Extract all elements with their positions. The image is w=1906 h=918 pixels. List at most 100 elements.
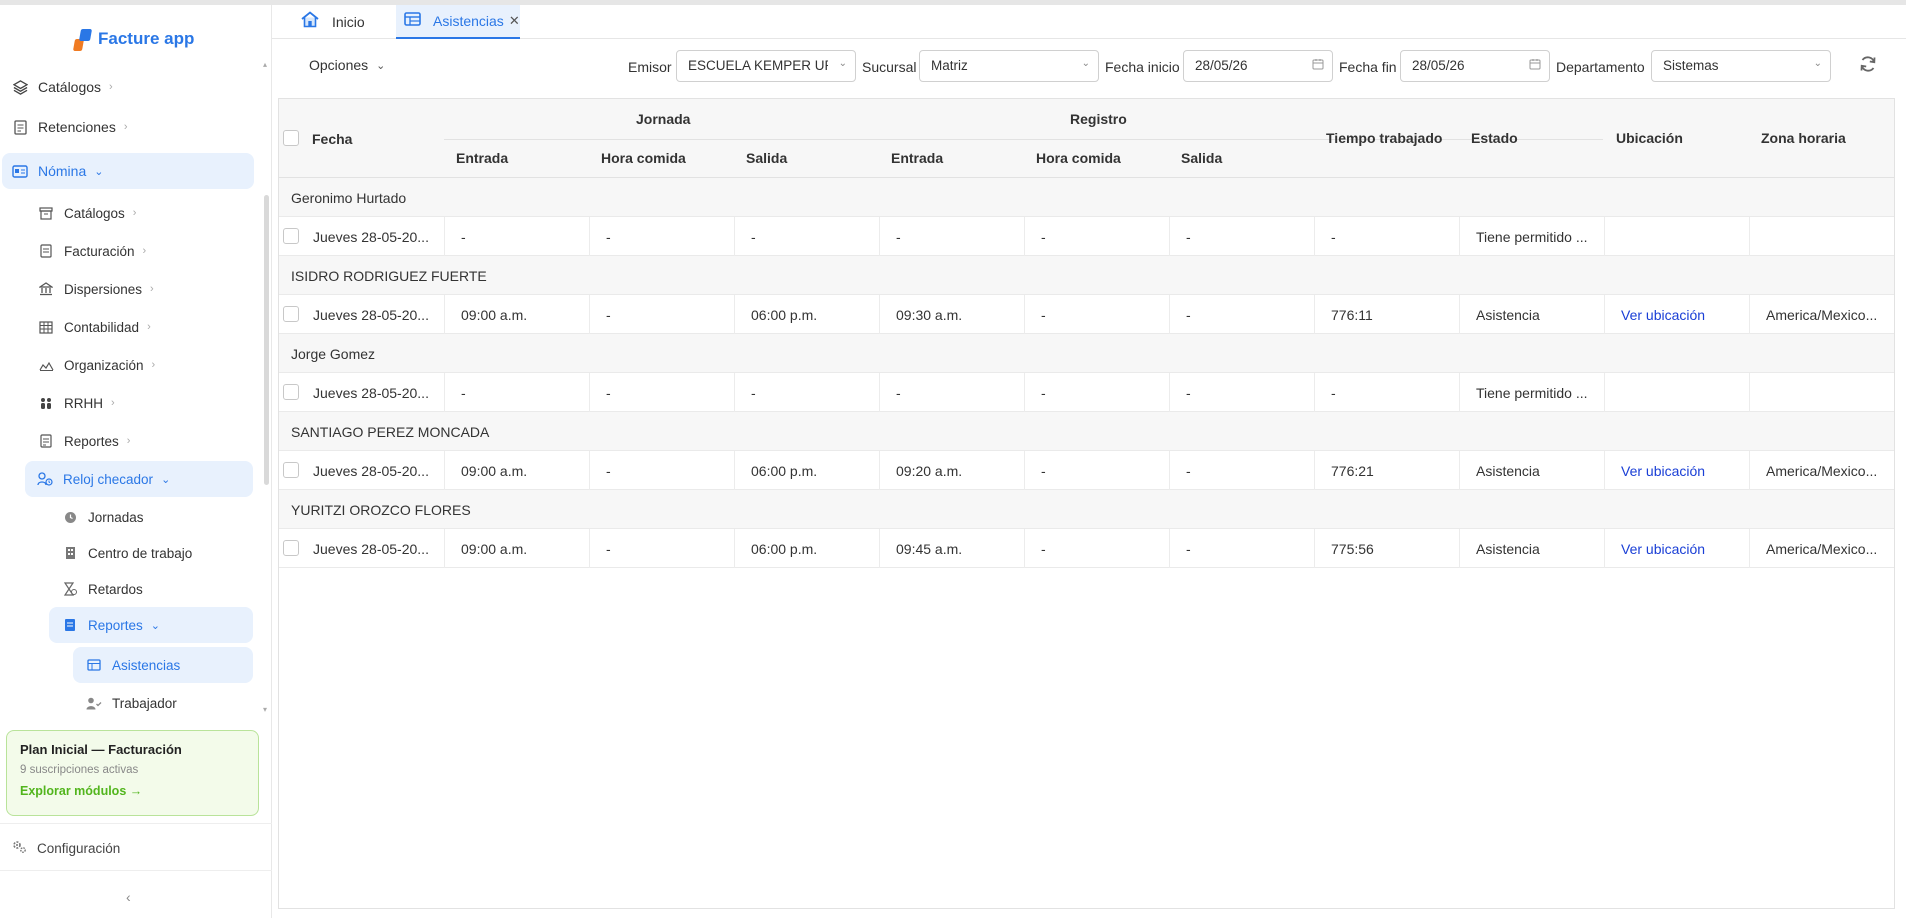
app-logo[interactable]: Facture app [72,24,194,54]
scroll-up-arrow-icon[interactable]: ▴ [263,60,267,69]
fecha-fin-input[interactable]: 28/05/26 [1400,50,1550,82]
scroll-down-arrow-icon[interactable]: ▾ [263,705,267,714]
cell-estado: Tiene permitido ... [1459,217,1604,256]
sidebar-item-nomina[interactable]: Nómina ⌄ [2,153,254,189]
opciones-label: Opciones [309,57,369,73]
sidebar-subitem-reloj-reportes[interactable]: Reportes ⌄ [49,607,253,643]
explore-modules-link[interactable]: Explorar módulos → [20,784,245,798]
close-icon[interactable]: ✕ [509,13,520,29]
sidebar-item-label: Reportes [88,617,143,633]
employee-name: Geronimo Hurtado [291,190,407,206]
organization-icon [38,357,54,373]
cell-registro-salida: - [1169,295,1314,334]
chevron-right-icon: › [142,245,147,257]
col-jornada-hora-comida[interactable]: Hora comida [601,150,686,166]
divider [0,823,272,824]
table-row[interactable]: Jueves 28-05-20... 09:00 a.m. -06:00 p.m. 0… [279,295,1894,334]
sidebar-subitem-contabilidad[interactable]: Contabilidad › [38,309,151,345]
sidebar-subitem-catalogos[interactable]: Catálogos › [38,195,136,231]
sidebar-subitem-facturacion[interactable]: Facturación › [38,233,146,269]
cell-fecha: Jueves 28-05-20... [313,307,429,323]
table-icon [404,11,421,31]
group-row-employee[interactable]: Geronimo Hurtado [279,178,1894,217]
cell-tiempo-trabajado: 775:56 [1314,529,1459,568]
col-ubicacion[interactable]: Ubicación [1616,130,1683,146]
group-row-employee[interactable]: Jorge Gomez [279,334,1894,373]
employee-name: ISIDRO RODRIGUEZ FUERTE [291,268,487,284]
report-icon [38,433,54,449]
cell-ubicacion[interactable]: Ver ubicación [1604,451,1749,490]
tab-asistencias[interactable]: Asistencias ✕ [396,5,520,39]
cell-fecha: Jueves 28-05-20... [313,229,429,245]
sidebar-subitem-centro-de-trabajo[interactable]: Centro de trabajo [62,535,192,571]
col-fecha[interactable]: Fecha [312,131,352,147]
sidebar-item-retenciones[interactable]: Retenciones › [12,109,128,145]
sidebar-item-catalogos[interactable]: Catálogos › [12,69,113,105]
cell-ubicacion[interactable]: Ver ubicación [1604,529,1749,568]
cell-estado: Asistencia [1459,295,1604,334]
cell-registro-entrada: 09:45 a.m. [879,529,1024,568]
collapse-sidebar-icon[interactable]: ‹ [126,889,131,905]
sidebar-item-configuracion[interactable]: Configuración [12,840,120,856]
col-registro-salida[interactable]: Salida [1181,150,1222,166]
cell-estado: Asistencia [1459,451,1604,490]
sidebar-subitem-dispersiones[interactable]: Dispersiones › [38,271,154,307]
sidebar-subitem-reportes[interactable]: Reportes › [38,423,130,459]
sidebar-subitem-asistencias[interactable]: Asistencias [73,647,253,683]
refresh-icon[interactable] [1859,55,1877,79]
sucursal-value: Matriz [931,58,968,73]
group-row-employee[interactable]: YURITZI OROZCO FLORES [279,490,1894,529]
col-registro-hora-comida[interactable]: Hora comida [1036,150,1121,166]
cell-zona-horaria [1749,217,1894,256]
sucursal-label: Sucursal [862,59,917,75]
table-row[interactable]: Jueves 28-05-20... 09:00 a.m. -06:00 p.m. 0… [279,529,1894,568]
cell-zona-horaria: America/Mexico... [1749,451,1894,490]
fecha-inicio-input[interactable]: 28/05/26 [1183,50,1333,82]
col-jornada-salida[interactable]: Salida [746,150,787,166]
cell-zona-horaria: America/Mexico... [1749,295,1894,334]
select-all-checkbox[interactable] [283,130,299,146]
table-row[interactable]: Jueves 28-05-20... - - - - - - - Tiene permitido… [279,217,1894,256]
sidebar-subitem-jornadas[interactable]: Jornadas [62,499,144,535]
chevron-right-icon: › [126,435,131,447]
cell-fecha: Jueves 28-05-20... [313,463,429,479]
table-row[interactable]: Jueves 28-05-20... - - - - - - - Tiene permitido… [279,373,1894,412]
col-tiempo-trabajado[interactable]: Tiempo trabajado [1326,130,1442,146]
sidebar-item-label: Retenciones [38,119,116,135]
sidebar-subitem-reloj-checador[interactable]: Reloj checador ⌄ [25,461,253,497]
cell-ubicacion[interactable]: Ver ubicación [1604,295,1749,334]
cell-fecha: Jueves 28-05-20... [313,385,429,401]
opciones-dropdown[interactable]: Opciones ⌄ [309,57,385,73]
cell-jornada-entrada: 09:00 a.m. [444,295,589,334]
sucursal-select[interactable]: Matriz ⌄ [919,50,1099,82]
cell-jornada-entrada: 09:00 a.m. [444,451,589,490]
cell-registro-salida: - [1169,529,1314,568]
departamento-select[interactable]: Sistemas ⌄ [1651,50,1831,82]
group-row-employee[interactable]: SANTIAGO PEREZ MONCADA [279,412,1894,451]
cell-jornada-entrada: 09:00 a.m. [444,529,589,568]
cell-registro-hora-comida: - [1024,373,1169,412]
sidebar-subitem-rrhh[interactable]: RRHH › [38,385,115,421]
cell-registro-entrada: 09:20 a.m. [879,451,1024,490]
sidebar-scrollbar[interactable] [264,195,269,485]
table-row[interactable]: Jueves 28-05-20... 09:00 a.m. -06:00 p.m. 0… [279,451,1894,490]
sidebar-subitem-organizacion[interactable]: Organización › [38,347,155,383]
tab-inicio[interactable]: Inicio [292,5,373,39]
col-registro-entrada[interactable]: Entrada [891,150,943,166]
col-zona-horaria[interactable]: Zona horaria [1761,130,1846,146]
col-estado[interactable]: Estado [1471,130,1518,146]
chevron-right-icon: › [109,81,113,93]
cell-registro-hora-comida: - [1024,217,1169,256]
gears-icon [12,840,27,856]
cell-jornada-salida: - [734,217,879,256]
cell-registro-salida: - [1169,451,1314,490]
sidebar-subitem-trabajador[interactable]: Trabajador [86,685,177,721]
table-icon [38,319,54,335]
sidebar-subitem-retardos[interactable]: Retardos [62,571,143,607]
col-jornada-entrada[interactable]: Entrada [456,150,508,166]
sidebar-item-label: Asistencias [112,657,181,673]
emisor-value: ESCUELA KEMPER URG [688,58,828,73]
emisor-select[interactable]: ESCUELA KEMPER URG ⌄ [676,50,856,82]
chevron-right-icon: › [150,283,154,295]
group-row-employee[interactable]: ISIDRO RODRIGUEZ FUERTE [279,256,1894,295]
